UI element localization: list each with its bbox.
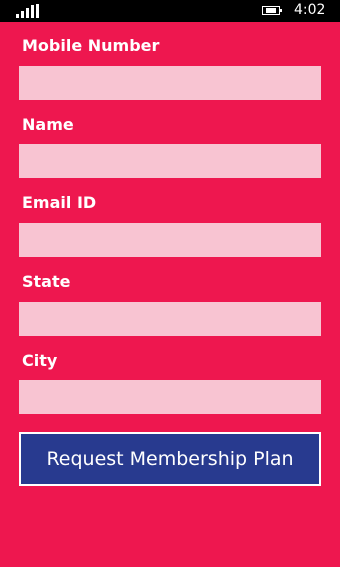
city-label: City: [22, 351, 58, 370]
name-label: Name: [22, 115, 74, 134]
mobile-number-label: Mobile Number: [22, 36, 160, 55]
signal-strength-icon: [16, 4, 40, 18]
battery-charging-icon: [262, 6, 282, 15]
mobile-number-input[interactable]: [19, 66, 321, 100]
state-label: State: [22, 272, 71, 291]
name-input[interactable]: [19, 144, 321, 178]
state-input[interactable]: [19, 302, 321, 336]
city-input[interactable]: [19, 380, 321, 414]
email-id-label: Email ID: [22, 193, 97, 212]
status-time: 4:02: [294, 2, 326, 18]
email-id-input[interactable]: [19, 223, 321, 257]
status-bar: 4:02: [0, 0, 340, 22]
request-membership-plan-button[interactable]: Request Membership Plan: [19, 432, 321, 486]
